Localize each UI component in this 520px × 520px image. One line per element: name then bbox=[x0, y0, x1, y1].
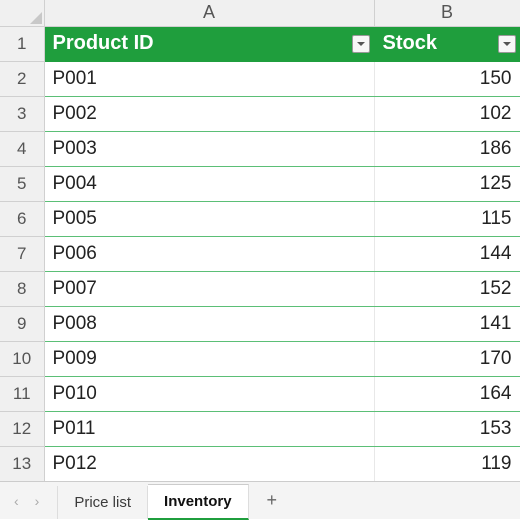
table-row: 5P004125 bbox=[0, 166, 520, 201]
table-row: 13P012119 bbox=[0, 446, 520, 481]
row-header[interactable]: 1 bbox=[0, 26, 44, 61]
grid-table: AB1Product IDStock2P0011503P0021024P0031… bbox=[0, 0, 520, 481]
row-header[interactable]: 12 bbox=[0, 411, 44, 446]
row-header[interactable]: 3 bbox=[0, 96, 44, 131]
cell-stock[interactable]: 152 bbox=[374, 271, 520, 306]
table-header-product-id[interactable]: Product ID bbox=[44, 26, 374, 61]
cell-stock[interactable]: 144 bbox=[374, 236, 520, 271]
cell-product-id[interactable]: P012 bbox=[44, 446, 374, 481]
table-header-stock[interactable]: Stock bbox=[374, 26, 520, 61]
sheet-nav-arrows: ‹ › bbox=[0, 482, 57, 519]
cell-product-id[interactable]: P002 bbox=[44, 96, 374, 131]
table-row: 6P005115 bbox=[0, 201, 520, 236]
table-row: 8P007152 bbox=[0, 271, 520, 306]
cell-product-id[interactable]: P009 bbox=[44, 341, 374, 376]
cell-product-id[interactable]: P011 bbox=[44, 411, 374, 446]
column-header-b[interactable]: B bbox=[374, 0, 520, 26]
table-row: 12P011153 bbox=[0, 411, 520, 446]
sheet-tab-bar: ‹ › Price listInventory + bbox=[0, 481, 520, 519]
filter-dropdown-button[interactable] bbox=[352, 35, 370, 53]
sheet-nav-prev[interactable]: ‹ bbox=[14, 493, 19, 509]
header-label: Product ID bbox=[53, 32, 154, 54]
cell-stock[interactable]: 170 bbox=[374, 341, 520, 376]
cell-stock[interactable]: 102 bbox=[374, 96, 520, 131]
cell-stock[interactable]: 125 bbox=[374, 166, 520, 201]
cell-product-id[interactable]: P006 bbox=[44, 236, 374, 271]
cell-stock[interactable]: 153 bbox=[374, 411, 520, 446]
cell-product-id[interactable]: P001 bbox=[44, 61, 374, 96]
table-row: 2P001150 bbox=[0, 61, 520, 96]
cell-stock[interactable]: 119 bbox=[374, 446, 520, 481]
header-label: Stock bbox=[383, 32, 437, 54]
cell-product-id[interactable]: P004 bbox=[44, 166, 374, 201]
cell-stock[interactable]: 150 bbox=[374, 61, 520, 96]
cell-product-id[interactable]: P007 bbox=[44, 271, 374, 306]
table-row: 4P003186 bbox=[0, 131, 520, 166]
row-header[interactable]: 7 bbox=[0, 236, 44, 271]
row-header[interactable]: 2 bbox=[0, 61, 44, 96]
row-header[interactable]: 13 bbox=[0, 446, 44, 481]
row-header[interactable]: 5 bbox=[0, 166, 44, 201]
worksheet-grid[interactable]: AB1Product IDStock2P0011503P0021024P0031… bbox=[0, 0, 520, 481]
row-header[interactable]: 11 bbox=[0, 376, 44, 411]
row-header[interactable]: 6 bbox=[0, 201, 44, 236]
table-row: 10P009170 bbox=[0, 341, 520, 376]
row-header[interactable]: 4 bbox=[0, 131, 44, 166]
table-row: 3P002102 bbox=[0, 96, 520, 131]
table-row: 11P010164 bbox=[0, 376, 520, 411]
sheet-tab-price-list[interactable]: Price list bbox=[57, 486, 148, 519]
table-row: 9P008141 bbox=[0, 306, 520, 341]
column-header-a[interactable]: A bbox=[44, 0, 374, 26]
table-row: 7P006144 bbox=[0, 236, 520, 271]
sheet-tab-inventory[interactable]: Inventory bbox=[148, 484, 249, 520]
cell-product-id[interactable]: P010 bbox=[44, 376, 374, 411]
cell-stock[interactable]: 115 bbox=[374, 201, 520, 236]
cell-product-id[interactable]: P008 bbox=[44, 306, 374, 341]
cell-stock[interactable]: 164 bbox=[374, 376, 520, 411]
filter-dropdown-button[interactable] bbox=[498, 35, 516, 53]
cell-product-id[interactable]: P003 bbox=[44, 131, 374, 166]
sheet-tabs: Price listInventory bbox=[57, 482, 248, 519]
row-header[interactable]: 8 bbox=[0, 271, 44, 306]
sheet-nav-next[interactable]: › bbox=[35, 493, 40, 509]
add-sheet-button[interactable]: + bbox=[249, 482, 296, 519]
cell-product-id[interactable]: P005 bbox=[44, 201, 374, 236]
row-header[interactable]: 9 bbox=[0, 306, 44, 341]
cell-stock[interactable]: 141 bbox=[374, 306, 520, 341]
row-header[interactable]: 10 bbox=[0, 341, 44, 376]
cell-stock[interactable]: 186 bbox=[374, 131, 520, 166]
select-all-corner[interactable] bbox=[0, 0, 44, 26]
